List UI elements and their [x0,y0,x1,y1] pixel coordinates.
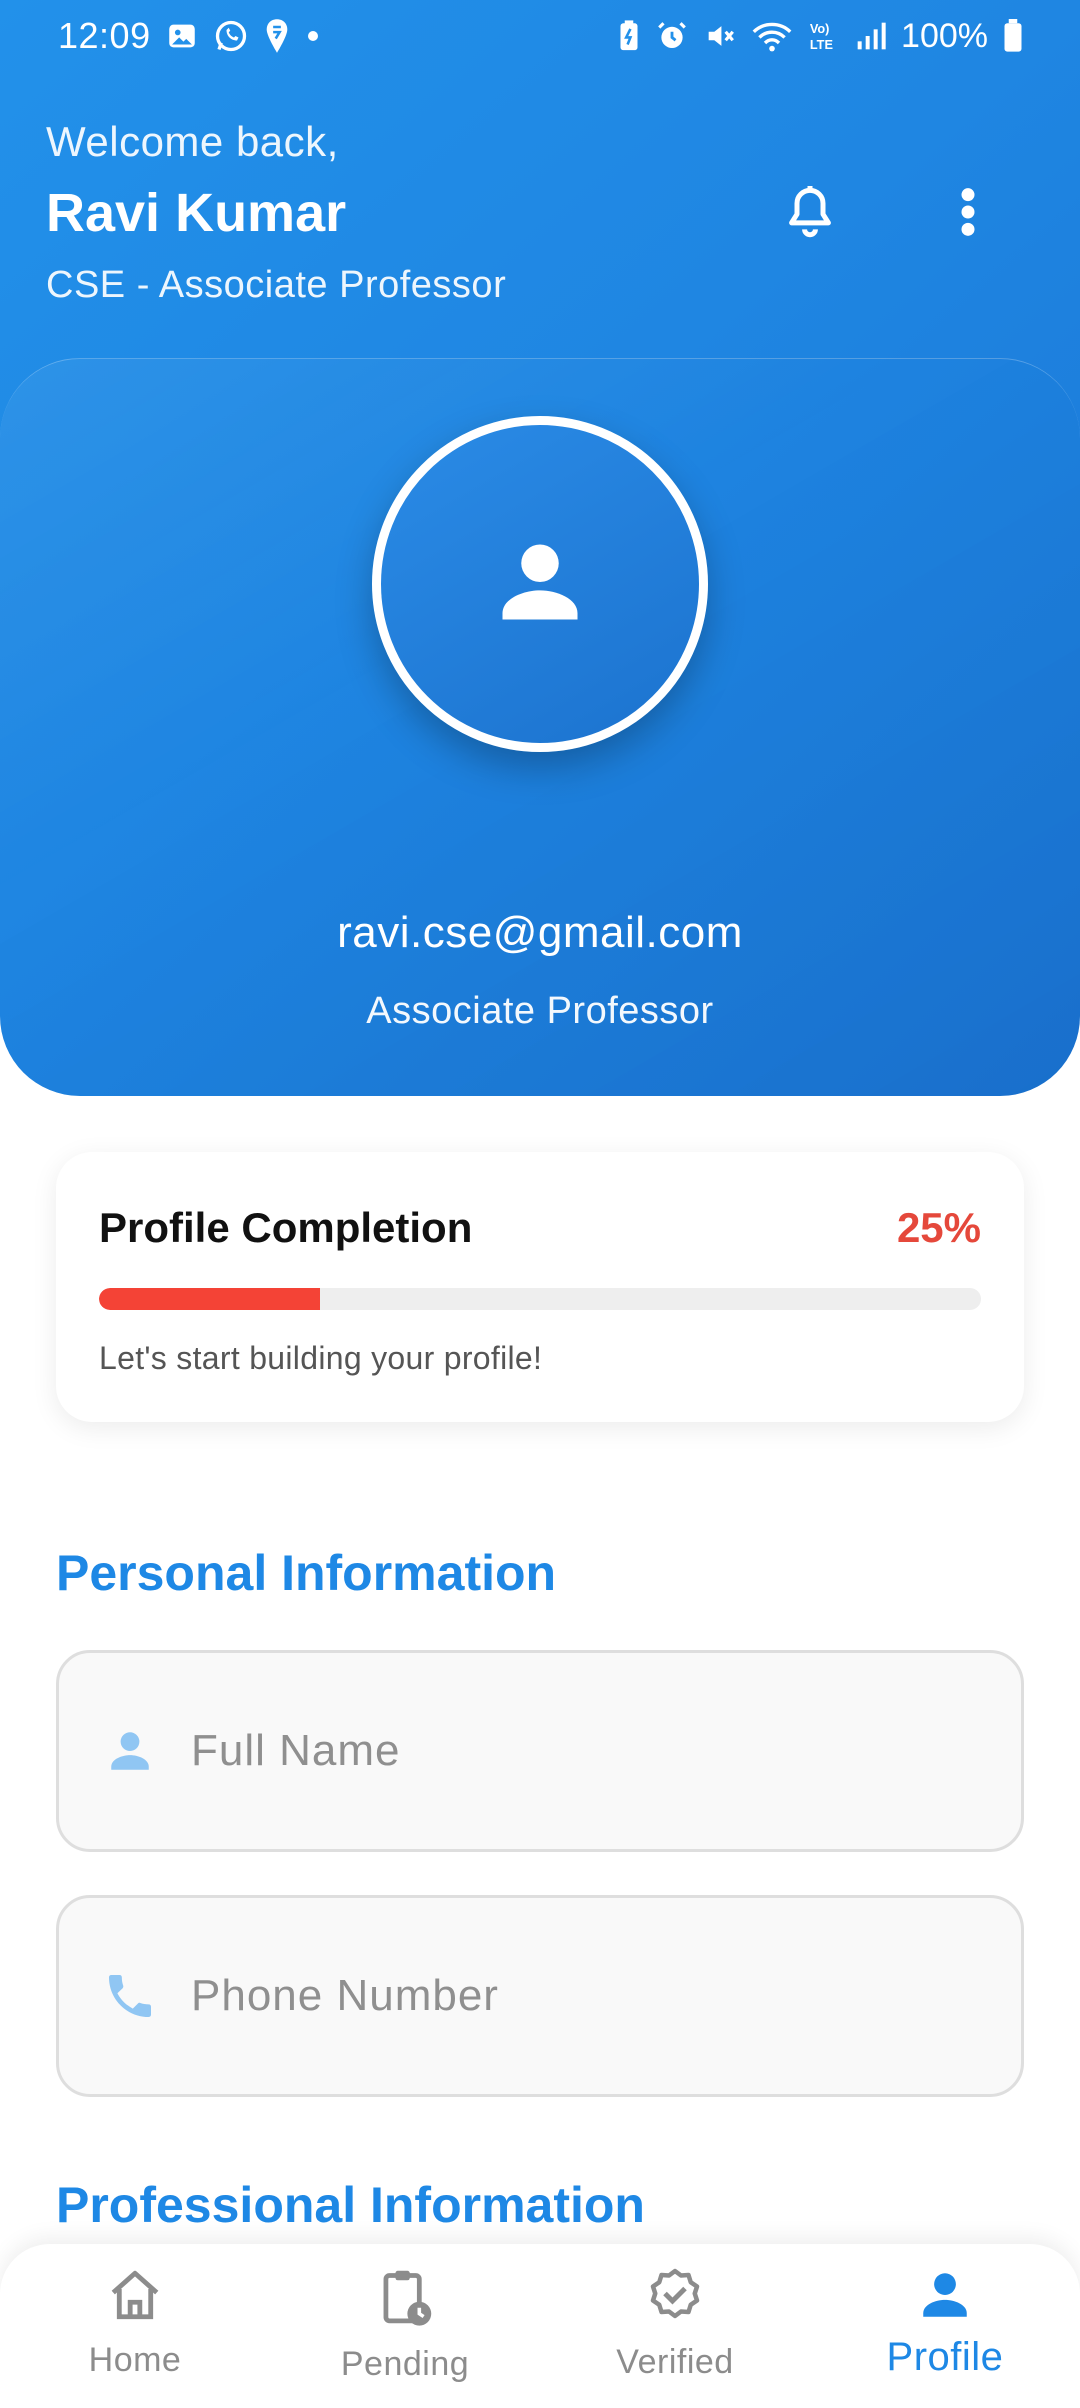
profile-role: Associate Professor [366,990,714,1032]
nav-verified[interactable]: Verified [540,2244,810,2408]
completion-title: Profile Completion [99,1204,473,1251]
full-name-field[interactable] [56,1650,1024,1852]
status-time: 12:09 [58,15,151,56]
person-avatar-icon [490,532,590,637]
personal-information-title: Personal Information [56,1545,557,1601]
completion-hint: Let's start building your profile! [99,1340,543,1376]
bottom-navigation: Home Pending Verified Profile [0,2244,1080,2408]
nav-profile-label: Profile [886,2335,1004,2379]
nav-pending-label: Pending [340,2345,470,2383]
dot-icon [305,28,321,44]
profile-avatar[interactable] [372,416,708,752]
alarm-icon [655,19,689,53]
user-department: CSE - Associate Professor [46,264,507,306]
whatsapp-icon [213,18,249,54]
nav-home-label: Home [88,2341,182,2379]
nav-profile[interactable]: Profile [810,2244,1080,2408]
battery-saver-icon [617,19,641,53]
more-vertical-icon [958,186,978,243]
mute-icon [703,19,737,53]
nav-home[interactable]: Home [0,2244,270,2408]
professional-information-title: Professional Information [56,2177,645,2233]
battery-icon [1002,19,1024,53]
notifications-button[interactable] [776,180,844,248]
verified-badge-icon [645,2266,705,2331]
app-root: 12:09 Vo) LTE 100% Welcome back, Ravi Ku… [0,0,1080,2408]
signal-icon [855,20,887,52]
home-icon [106,2266,164,2329]
phone-icon [95,1968,165,2024]
more-options-button[interactable] [934,180,1002,248]
gallery-icon [165,19,199,53]
profile-email: ravi.cse@gmail.com [337,908,743,957]
phone-number-field[interactable] [56,1895,1024,2097]
pending-clipboard-icon [376,2266,434,2333]
phone-number-input[interactable] [191,1971,971,2021]
full-name-input[interactable] [191,1726,971,1776]
battery-percent: 100% [901,16,988,55]
user-name: Ravi Kumar [46,183,347,243]
bell-icon [784,183,836,246]
volte-icon: Vo) LTE [807,19,841,53]
swiggy-icon [263,18,291,54]
completion-progress-fill [99,1288,320,1310]
person-icon [916,2266,974,2329]
status-bar: 12:09 Vo) LTE 100% [0,0,1080,72]
person-icon [95,1726,165,1776]
svg-text:Vo): Vo) [810,21,830,36]
completion-progress-track [99,1288,981,1310]
wifi-icon [751,19,793,53]
nav-pending[interactable]: Pending [270,2244,540,2408]
nav-verified-label: Verified [616,2343,734,2381]
welcome-text: Welcome back, [46,118,339,165]
profile-completion-card: Profile Completion 25% Let's start build… [56,1152,1024,1422]
completion-percent: 25% [896,1204,981,1251]
svg-text:LTE: LTE [810,37,833,52]
